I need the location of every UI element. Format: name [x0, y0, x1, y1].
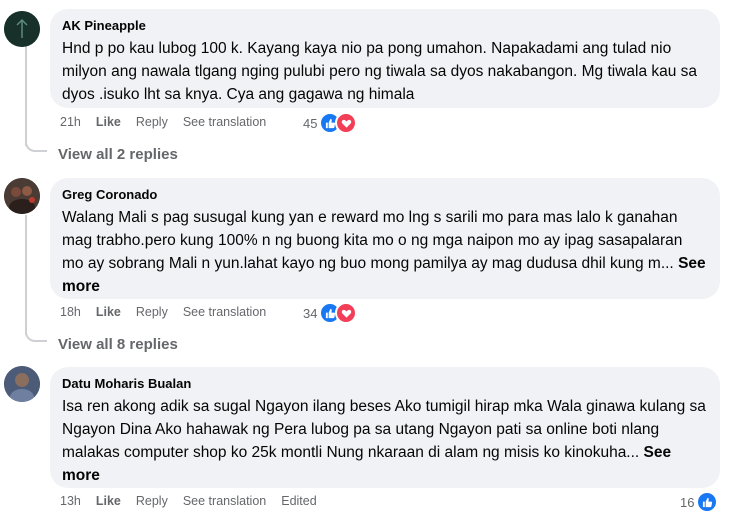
comment-bubble: Greg Coronado Walang Mali s pag susugal …: [50, 178, 720, 299]
avatar-image: [4, 11, 40, 47]
comment-text: Isa ren akong adik sa sugal Ngayon ilang…: [62, 398, 706, 484]
view-replies-link[interactable]: View all 8 replies: [58, 336, 178, 353]
reaction-summary[interactable]: 16: [680, 491, 719, 513]
comment-actions: 13h Like Reply See translation Edited: [60, 494, 332, 508]
love-icon: [335, 112, 358, 134]
avatar[interactable]: [4, 11, 40, 47]
thread-line: [25, 215, 27, 335]
reaction-summary[interactable]: 45: [303, 112, 358, 134]
reaction-count: 16: [680, 494, 695, 510]
comment-timestamp[interactable]: 18h: [60, 305, 81, 319]
comment-text: Walang Mali s pag susugal kung yan e rew…: [62, 209, 706, 295]
edited-label: Edited: [281, 494, 317, 508]
view-replies-link[interactable]: View all 2 replies: [58, 146, 178, 163]
see-translation-link[interactable]: See translation: [183, 115, 266, 129]
reply-button[interactable]: Reply: [136, 494, 168, 508]
avatar-image: [4, 366, 40, 402]
thread-curve: [25, 330, 47, 342]
comment-author[interactable]: AK Pineapple: [62, 17, 708, 34]
avatar[interactable]: [4, 178, 40, 214]
reaction-summary[interactable]: 34: [303, 302, 358, 324]
comment-author[interactable]: Datu Moharis Bualan: [62, 375, 708, 392]
like-button[interactable]: Like: [96, 115, 121, 129]
love-icon: [335, 302, 358, 324]
avatar-image: [4, 178, 40, 214]
see-translation-link[interactable]: See translation: [183, 305, 266, 319]
reply-button[interactable]: Reply: [136, 305, 168, 319]
like-icon: [696, 491, 719, 513]
reaction-count: 45: [303, 115, 318, 131]
comment-timestamp[interactable]: 13h: [60, 494, 81, 508]
thread-line: [25, 46, 27, 146]
avatar[interactable]: [4, 366, 40, 402]
like-button[interactable]: Like: [96, 305, 121, 319]
comment-actions: 21h Like Reply See translation: [60, 115, 281, 129]
comment-timestamp[interactable]: 21h: [60, 115, 81, 129]
comment-bubble: AK Pineapple Hnd p po kau lubog 100 k. K…: [50, 9, 720, 108]
thread-curve: [25, 140, 47, 152]
comment-text: Hnd p po kau lubog 100 k. Kayang kaya ni…: [62, 40, 698, 103]
see-translation-link[interactable]: See translation: [183, 494, 266, 508]
comment-bubble: Datu Moharis Bualan Isa ren akong adik s…: [50, 367, 720, 488]
comment-actions: 18h Like Reply See translation: [60, 305, 281, 319]
like-button[interactable]: Like: [96, 494, 121, 508]
reaction-count: 34: [303, 305, 318, 321]
reply-button[interactable]: Reply: [136, 115, 168, 129]
comment-author[interactable]: Greg Coronado: [62, 186, 708, 203]
